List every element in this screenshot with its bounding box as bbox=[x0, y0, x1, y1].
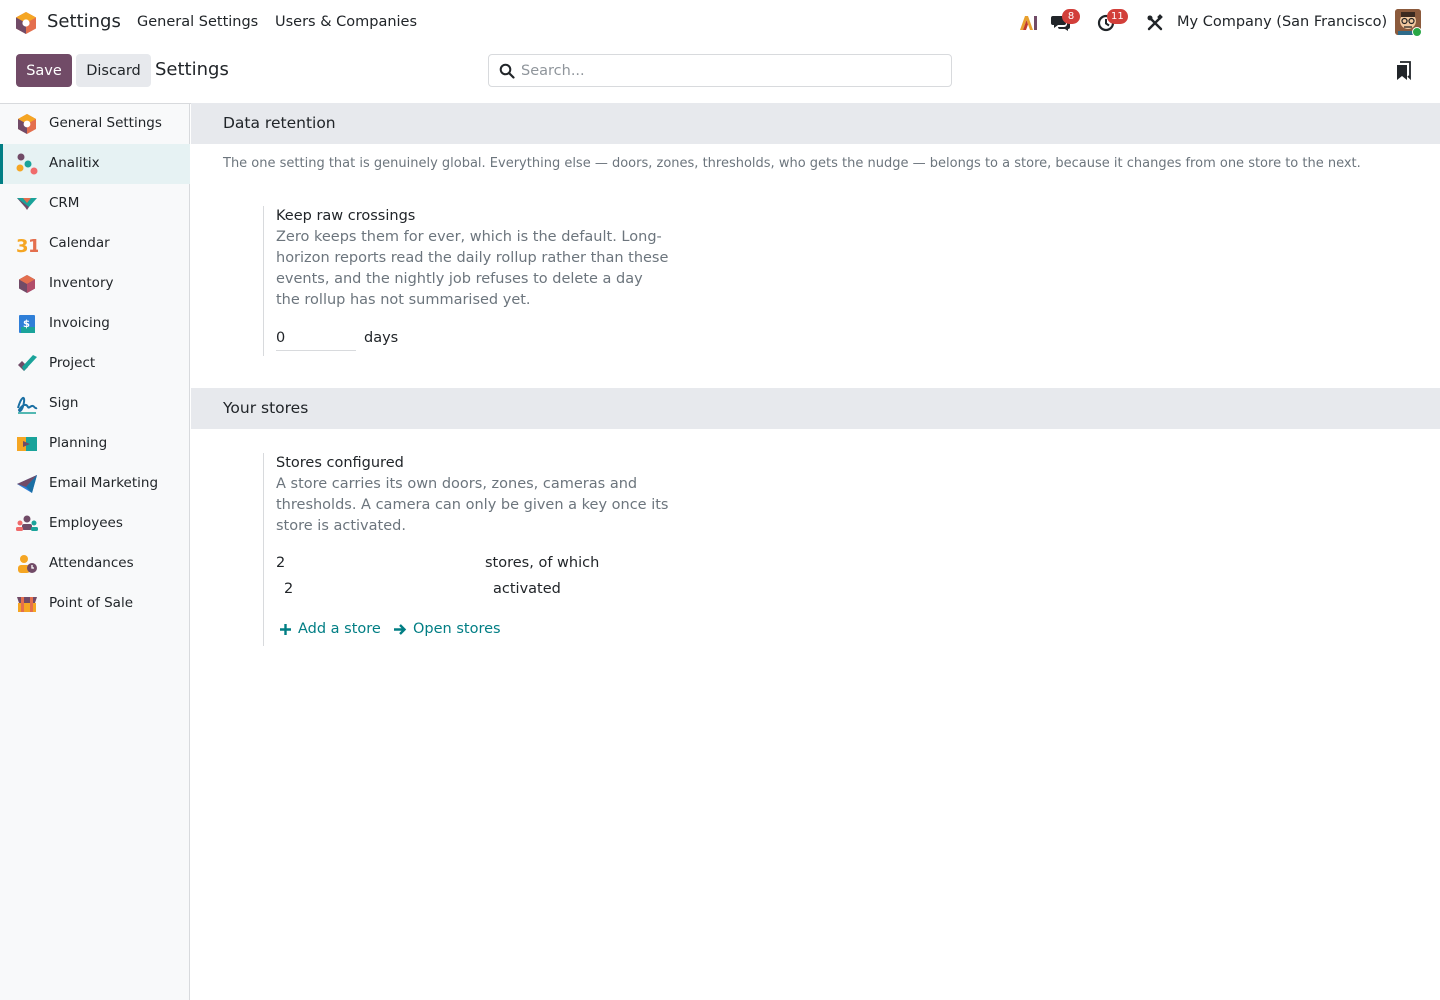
search-bar[interactable] bbox=[488, 54, 952, 87]
activated-count-label: activated bbox=[493, 581, 561, 597]
section-title: Your stores bbox=[223, 399, 309, 417]
inventory-icon bbox=[19, 275, 35, 293]
ai-icon[interactable] bbox=[1018, 12, 1040, 34]
sidebar-item-employees[interactable]: Employees bbox=[0, 504, 190, 544]
activities-badge: 11 bbox=[1107, 9, 1128, 24]
sidebar-item-label: Email Marketing bbox=[49, 475, 159, 491]
activated-count-field: 2 bbox=[284, 581, 294, 597]
discard-button[interactable]: Discard bbox=[76, 54, 151, 87]
stores-count-label: stores, of which bbox=[485, 555, 600, 571]
sidebar-item-attendances[interactable]: Attendances bbox=[0, 544, 190, 584]
sidebar-item-label: Inventory bbox=[49, 275, 114, 291]
debug-tools-icon[interactable] bbox=[1144, 12, 1166, 34]
sidebar-item-email-marketing[interactable]: Email Marketing bbox=[0, 464, 190, 504]
point-of-sale-icon bbox=[17, 597, 37, 612]
save-button[interactable]: Save bbox=[16, 54, 72, 87]
setting-title-keep-raw-crossings: Keep raw crossings bbox=[276, 208, 416, 224]
svg-text:$: $ bbox=[23, 319, 30, 330]
odoo-logo-icon bbox=[18, 114, 36, 134]
app-title[interactable]: Settings bbox=[47, 11, 121, 32]
attendances-icon bbox=[18, 555, 37, 573]
sidebar-item-label: General Settings bbox=[49, 115, 162, 131]
add-store-link[interactable]: Add a store bbox=[279, 621, 381, 637]
odoo-logo-icon[interactable] bbox=[15, 11, 37, 35]
menu-general-settings[interactable]: General Settings bbox=[137, 14, 258, 30]
sidebar-item-label: Employees bbox=[49, 515, 123, 531]
sidebar-item-planning[interactable]: Planning bbox=[0, 424, 190, 464]
section-description: The one setting that is genuinely global… bbox=[223, 156, 1361, 171]
open-stores-label: Open stores bbox=[413, 621, 501, 637]
svg-text:1: 1 bbox=[28, 236, 38, 255]
menu-users-companies[interactable]: Users & Companies bbox=[275, 14, 417, 30]
company-switcher[interactable]: My Company (San Francisco) bbox=[1177, 14, 1387, 30]
retention-days-unit: days bbox=[364, 330, 399, 346]
search-icon bbox=[499, 63, 515, 79]
analitix-icon bbox=[16, 153, 38, 175]
open-stores-link[interactable]: Open stores bbox=[393, 621, 501, 637]
email-marketing-icon bbox=[17, 475, 37, 493]
sidebar-item-sign[interactable]: Sign bbox=[0, 384, 190, 424]
svg-text:3: 3 bbox=[16, 236, 29, 255]
sidebar-item-label: Attendances bbox=[49, 555, 134, 571]
setting-title-stores-configured: Stores configured bbox=[276, 455, 404, 471]
page-title: Settings bbox=[155, 59, 229, 80]
section-header-your-stores: Your stores bbox=[191, 388, 1440, 429]
planning-icon bbox=[17, 437, 37, 451]
section-title: Data retention bbox=[223, 114, 336, 132]
add-store-label: Add a store bbox=[298, 621, 381, 637]
search-input[interactable] bbox=[521, 60, 931, 82]
sidebar-item-label: Planning bbox=[49, 435, 108, 451]
retention-days-input[interactable]: 0 bbox=[276, 330, 285, 346]
setting-help-text: A store carries its own doors, zones, ca… bbox=[276, 476, 669, 534]
sidebar-item-invoicing[interactable]: $ Invoicing bbox=[0, 304, 190, 344]
online-status-dot bbox=[1412, 27, 1422, 37]
sidebar-item-label: Point of Sale bbox=[49, 595, 134, 611]
calendar-icon: 3 1 bbox=[16, 236, 38, 255]
sidebar-item-label: Sign bbox=[49, 395, 79, 411]
setting-divider bbox=[263, 206, 264, 356]
project-icon bbox=[18, 355, 37, 371]
sidebar-item-label: CRM bbox=[49, 195, 80, 211]
activities-icon[interactable]: 11 bbox=[1095, 9, 1128, 34]
sidebar-item-inventory[interactable]: Inventory bbox=[0, 264, 190, 304]
setting-help-text: Zero keeps them for ever, which is the d… bbox=[276, 229, 669, 308]
setting-divider bbox=[263, 453, 264, 646]
sidebar-item-analitix[interactable]: Analitix bbox=[0, 144, 190, 184]
sidebar-item-general-settings[interactable]: General Settings bbox=[0, 104, 190, 144]
messages-badge: 8 bbox=[1062, 9, 1080, 24]
sidebar-item-crm[interactable]: CRM bbox=[0, 184, 190, 224]
messages-icon[interactable]: 8 bbox=[1050, 9, 1080, 34]
sidebar-item-point-of-sale[interactable]: Point of Sale bbox=[0, 584, 190, 624]
plus-icon bbox=[280, 623, 291, 635]
sidebar-item-label: Calendar bbox=[49, 235, 110, 251]
settings-sidebar: General Settings Analitix CRM 3 1 Calend… bbox=[0, 104, 190, 1000]
sidebar-item-calendar[interactable]: 3 1 Calendar bbox=[0, 224, 190, 264]
bookmark-icon[interactable] bbox=[1396, 61, 1412, 81]
arrow-right-icon bbox=[394, 623, 407, 635]
sign-icon bbox=[17, 396, 38, 414]
input-underline bbox=[276, 350, 356, 351]
sidebar-item-label: Invoicing bbox=[49, 315, 110, 331]
crm-icon bbox=[17, 198, 37, 210]
section-header-data-retention: Data retention bbox=[191, 103, 1440, 144]
sidebar-item-project[interactable]: Project bbox=[0, 344, 190, 384]
sidebar-item-label: Project bbox=[49, 355, 96, 371]
sidebar-item-label: Analitix bbox=[49, 155, 100, 171]
employees-icon bbox=[16, 515, 38, 531]
invoicing-icon: $ bbox=[19, 315, 35, 333]
stores-count-field: 2 bbox=[276, 555, 286, 571]
top-navbar: Settings General Settings Users & Compan… bbox=[0, 0, 1440, 46]
